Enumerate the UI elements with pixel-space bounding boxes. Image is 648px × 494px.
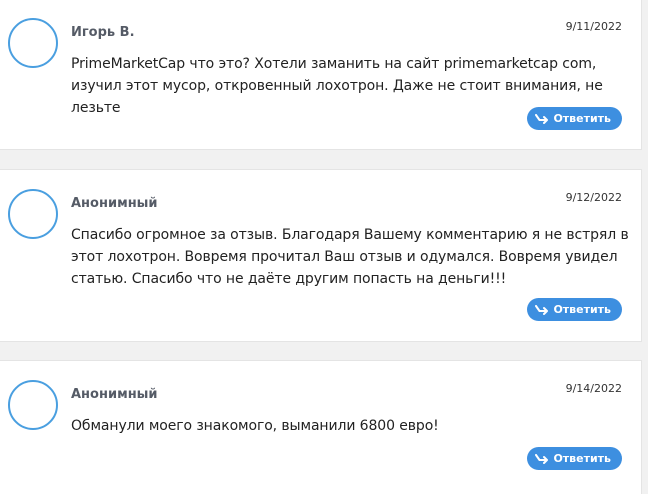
comments-feed: Игорь В. 9/11/2022 PrimeMarketCap что эт… — [0, 0, 648, 494]
reply-button[interactable]: Ответить — [527, 298, 622, 321]
comment-card: Анонимный 9/12/2022 Спасибо огромное за … — [0, 169, 642, 342]
reply-arrow-icon — [535, 453, 549, 464]
avatar — [8, 380, 58, 430]
reply-button[interactable]: Ответить — [527, 107, 622, 130]
comment-card: Игорь В. 9/11/2022 PrimeMarketCap что эт… — [0, 0, 642, 150]
comment-author: Игорь В. — [71, 25, 135, 40]
comment-text: Обманули моего знакомого, выманили 6800 … — [71, 418, 439, 434]
comment-text: Спасибо огромное за отзыв. Благодаря Ваш… — [71, 227, 629, 287]
reply-arrow-icon — [535, 113, 549, 124]
reply-arrow-icon — [535, 304, 549, 315]
comment-date: 9/11/2022 — [565, 20, 622, 33]
avatar — [8, 18, 58, 68]
comment-date: 9/14/2022 — [565, 382, 622, 395]
comment-date: 9/12/2022 — [565, 191, 622, 204]
reply-button-label: Ответить — [553, 452, 611, 465]
comment-card: Анонимный 9/14/2022 Обманули моего знако… — [0, 360, 642, 494]
reply-button-label: Ответить — [553, 303, 611, 316]
reply-button[interactable]: Ответить — [527, 447, 622, 470]
comment-author: Анонимный — [71, 387, 158, 402]
avatar — [8, 189, 58, 239]
comment-author: Анонимный — [71, 196, 158, 211]
reply-button-label: Ответить — [553, 112, 611, 125]
